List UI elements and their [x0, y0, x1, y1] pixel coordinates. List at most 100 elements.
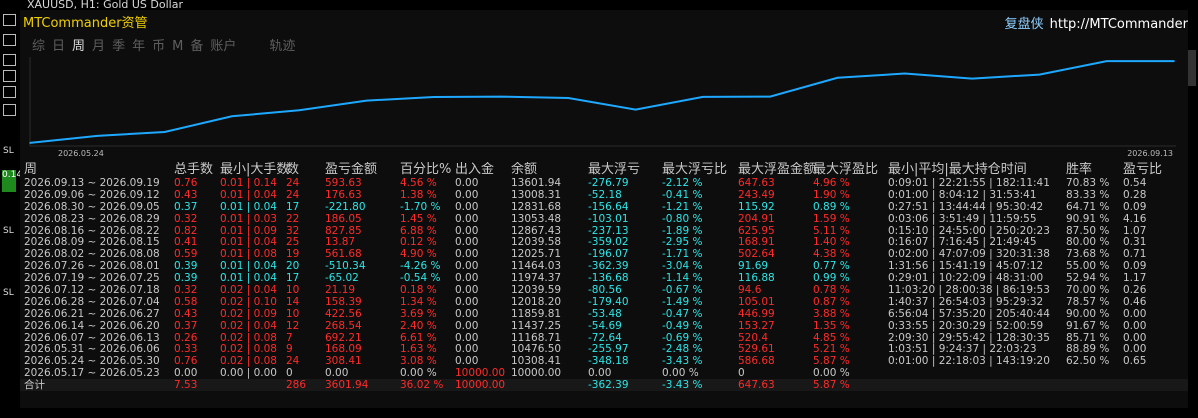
equity-point [1038, 73, 1041, 76]
cell-period: 2026.08.30 ~ 2026.09.05 [24, 200, 160, 213]
cell-flp: -0.49 % [662, 319, 703, 332]
cell-flp: -2.12 % [662, 177, 703, 189]
cell-fl: -276.79 [588, 177, 629, 189]
cell-fl: -359.02 [588, 236, 629, 249]
properties-icon[interactable] [3, 70, 16, 82]
cell-fpp: 0.00 % [813, 367, 850, 380]
cell-dep: 0.00 [455, 188, 479, 201]
tab-5[interactable]: 年 [132, 35, 145, 54]
cell-pnl: 308.41 [325, 355, 362, 368]
cell-win: 胜率 [1066, 162, 1093, 177]
cell-pnl: 13.87 [325, 236, 356, 249]
cell-pf: 盈亏比 [1123, 162, 1163, 177]
cell-count: 0 [286, 367, 293, 380]
crosshair-icon[interactable] [3, 14, 16, 26]
equity-curve-chart: 2026.05.24 2026.09.13 [29, 57, 1176, 158]
cell-lots: 0.01 | 0.04 [220, 200, 277, 213]
cell-win: 78.57 % [1066, 295, 1110, 308]
tab-2[interactable]: 周 [72, 35, 85, 54]
cell-period: 2026.09.13 ~ 2026.09.19 [24, 177, 160, 189]
window-icon[interactable] [3, 104, 16, 116]
cell-hold: 最小|平均|最大持仓时间 [888, 162, 1027, 177]
cell-period: 2026.07.12 ~ 2026.07.18 [24, 284, 160, 297]
cell-pf: 0.28 [1123, 188, 1147, 201]
cell-fp: 0 [738, 367, 745, 380]
cell-pnl: 186.05 [325, 212, 362, 225]
cell-trades: 0.41 [174, 236, 198, 249]
cell-bal: 11168.71 [511, 331, 562, 344]
cell-fpp: 0.77 % [813, 260, 850, 273]
table-row: 2026.06.28 ~ 2026.07.04 0.58 0.02 | 0.10 14… [20, 296, 1188, 308]
tab-9[interactable]: 账户 [210, 35, 236, 54]
cell-pnl: -510.34 [325, 260, 366, 273]
x-tick-label-end: 2026.09.13 [1127, 149, 1173, 158]
cell-lots: 0.02 | 0.04 [220, 284, 277, 297]
scrollbar-thumb[interactable] [1188, 50, 1196, 86]
cell-period: 2026.07.19 ~ 2026.07.25 [24, 272, 160, 285]
cell-trades: 0.76 [174, 177, 198, 189]
cell-lots: 0.01 | 0.04 [220, 272, 277, 285]
equity-point [29, 142, 31, 144]
cell-trades: 0.00 [174, 367, 198, 380]
cell-period: 2026.08.02 ~ 2026.08.08 [24, 248, 160, 261]
panel-brand[interactable]: 复盘侠 http://MTCommander [1005, 13, 1188, 32]
cell-pnl: 168.09 [325, 343, 362, 356]
cell-period: 2026.06.14 ~ 2026.06.20 [24, 319, 160, 332]
cell-pct: 1.38 % [400, 188, 437, 201]
cell-pct: 1.63 % [400, 343, 437, 356]
cell-pct: 3.08 % [400, 355, 437, 368]
cell-dep: 0.00 [455, 307, 479, 320]
cell-trades: 总手数 [174, 162, 214, 177]
tab-10[interactable]: 轨迹 [269, 35, 295, 54]
cell-bal: 12039.58 [511, 236, 562, 249]
cell-trades: 0.58 [174, 295, 198, 308]
tab-6[interactable]: 币 [152, 35, 165, 54]
cell-hold: 0:33:55 | 20:30:29 | 52:00:59 [888, 319, 1044, 332]
tab-0[interactable]: 综 [32, 35, 45, 54]
cell-dep: 0.00 [455, 260, 479, 273]
cell-flp: -0.69 % [662, 331, 703, 344]
cell-fp: 243.49 [738, 188, 775, 201]
cell-pct: 0.00 % [400, 367, 437, 380]
cell-fpp: 0.99 % [813, 272, 850, 285]
cell-lots: 0.02 | 0.08 [220, 343, 277, 356]
cell-trades: 0.32 [174, 212, 198, 225]
cell-dep: 出入金 [455, 162, 495, 177]
brand-url[interactable]: http://MTCommander [1050, 17, 1188, 32]
cell-fpp: 1.59 % [813, 212, 850, 225]
tab-8[interactable]: 备 [190, 35, 203, 54]
cell-fl: -237.13 [588, 224, 629, 237]
cell-period: 2026.08.23 ~ 2026.08.29 [24, 212, 160, 225]
cell-count: 286 [286, 379, 307, 392]
tab-7[interactable]: M [172, 39, 183, 54]
cell-flp: -3.43 % [662, 355, 703, 368]
cell-pnl: 0.00 [325, 367, 349, 380]
equity-point [836, 77, 839, 79]
tab-1[interactable]: 日 [52, 35, 65, 54]
cell-fpp: 5.87 % [813, 379, 850, 392]
equity-point [433, 96, 435, 98]
zoom-icon[interactable] [3, 34, 16, 46]
cell-lots: 0.00 | 0.00 [220, 367, 277, 380]
tab-3[interactable]: 月 [92, 35, 105, 54]
cell-trades: 0.82 [174, 224, 198, 237]
cell-hold: 0:27:51 | 13:44:44 | 95:30:42 [888, 200, 1044, 213]
cell-flp: -1.49 % [662, 295, 703, 308]
cell-fpp: 1.35 % [813, 319, 850, 332]
cell-flp: -1.89 % [662, 224, 703, 237]
cell-count: 19 [286, 248, 300, 261]
cell-fl: -52.18 [588, 188, 622, 201]
cell-hold: 0:01:00 | 22:18:03 | 143:19:20 [888, 355, 1050, 368]
report-panel: MTCommander资管 复盘侠 http://MTCommander 综日周月… [20, 10, 1188, 418]
grid-icon[interactable] [3, 54, 16, 66]
cell-flp: -3.04 % [662, 260, 703, 273]
tab-4[interactable]: 季 [112, 35, 125, 54]
cell-fpp: 5.11 % [813, 224, 850, 237]
cell-count: 17 [286, 200, 300, 213]
cell-pct: -0.54 % [400, 272, 441, 285]
template-icon[interactable] [3, 86, 16, 98]
cell-fp: 168.91 [738, 236, 775, 249]
cell-fpp: 3.88 % [813, 307, 850, 320]
cell-win: 83.33 % [1066, 188, 1110, 201]
cell-fl: -80.56 [588, 284, 622, 297]
